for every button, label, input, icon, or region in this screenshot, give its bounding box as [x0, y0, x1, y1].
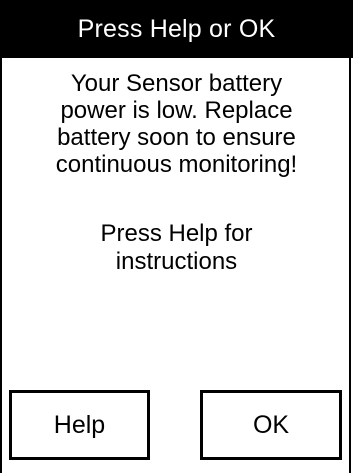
message-line: battery soon to ensure — [57, 124, 296, 151]
dialog-title: Press Help or OK — [77, 14, 276, 43]
help-button[interactable]: Help — [9, 390, 150, 460]
battery-warning-message: Your Sensor battery power is low. Replac… — [0, 70, 353, 178]
instruction-line: Press Help for — [100, 220, 253, 247]
message-line: Your Sensor battery — [70, 70, 283, 97]
ok-button[interactable]: OK — [200, 390, 342, 460]
ok-button-label: OK — [252, 410, 290, 439]
message-line: power is low. Replace — [60, 97, 293, 124]
help-button-label: Help — [53, 410, 106, 439]
message-line: continuous monitoring! — [55, 151, 298, 178]
help-instructions-text: Press Help for instructions — [0, 220, 353, 276]
alert-screen: Press Help or OK Your Sensor battery pow… — [0, 0, 353, 473]
dialog-title-bar: Press Help or OK — [0, 0, 353, 58]
instruction-line: instructions — [115, 248, 238, 275]
